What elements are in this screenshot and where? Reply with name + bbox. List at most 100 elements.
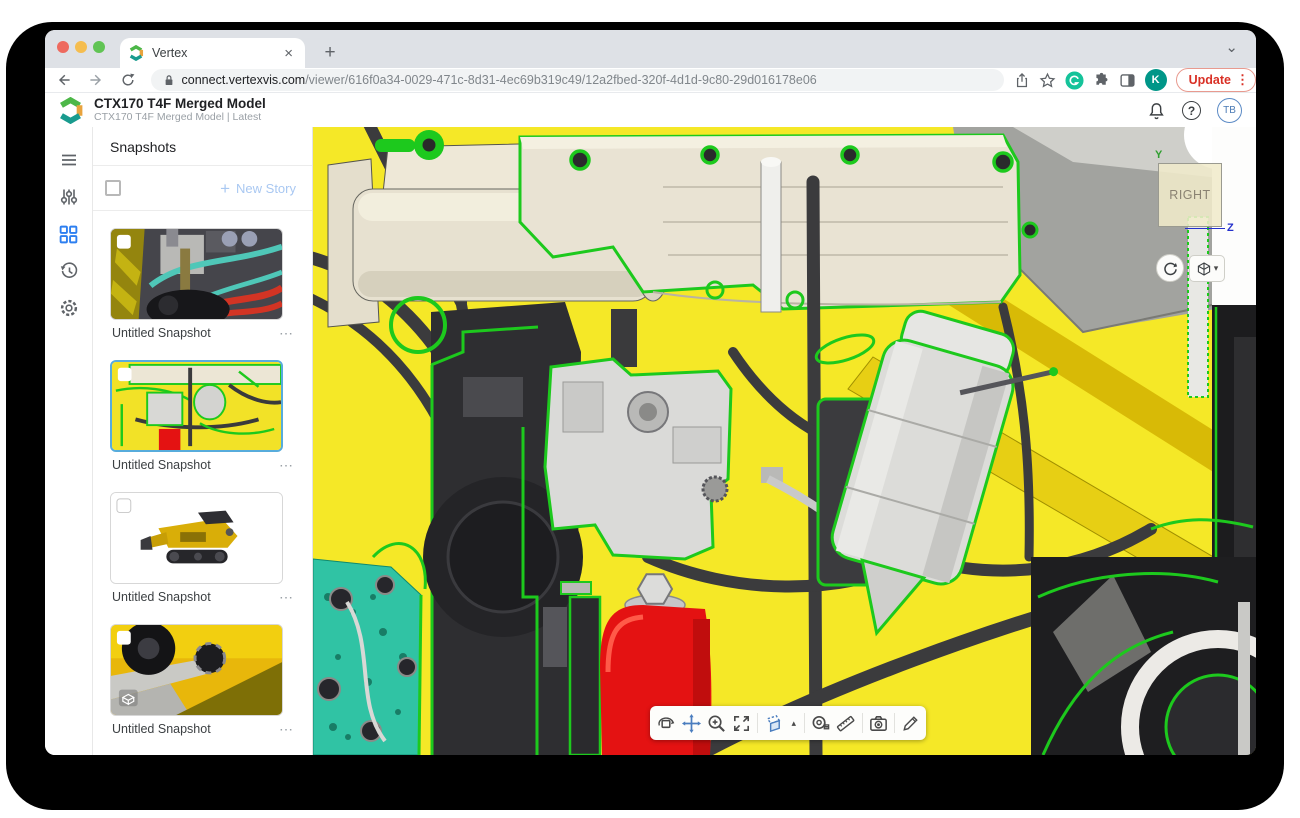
vertex-logo — [57, 97, 84, 124]
zoom-in-icon — [706, 713, 727, 734]
view-cube[interactable]: RIGHT — [1158, 163, 1222, 227]
pan-icon — [681, 713, 702, 734]
url-field[interactable]: connect.vertexvis.com/viewer/616f0a34-00… — [151, 69, 1004, 91]
new-story-row: + New Story — [93, 166, 312, 210]
section-plane-icon — [763, 713, 784, 734]
views-caret-icon: ▾ — [1214, 263, 1219, 274]
new-story-button[interactable]: + New Story — [220, 181, 296, 196]
tape-measure-icon — [810, 713, 831, 734]
snapshot-label: Untitled Snapshot — [112, 722, 211, 736]
url-domain: connect.vertexvis.com — [182, 73, 306, 87]
browser-window: Vertex × + ⌄ connect.vertexvis.com/viewe… — [45, 30, 1256, 755]
section-options-caret[interactable]: ▴ — [787, 710, 800, 736]
orbit-tool-button[interactable] — [654, 710, 677, 736]
bookmark-star-icon[interactable] — [1039, 72, 1056, 89]
fullscreen-window-button[interactable] — [93, 41, 105, 53]
app-header: CTX170 T4F Merged Model CTX170 T4F Merge… — [45, 92, 1256, 127]
snapshot-3-preview — [111, 493, 282, 583]
section-tool-button[interactable] — [762, 710, 785, 736]
side-panel-icon[interactable] — [1119, 72, 1136, 89]
zoom-tool-button[interactable] — [705, 710, 728, 736]
snapshot-card[interactable]: Untitled Snapshot ⋯ — [110, 492, 296, 610]
snapshot-label: Untitled Snapshot — [112, 326, 211, 340]
orbit-icon — [655, 713, 676, 734]
snapshot-card[interactable]: Untitled Snapshot ⋯ — [110, 360, 296, 478]
cube-icon — [1196, 261, 1212, 277]
filters-icon — [59, 187, 79, 207]
browser-actions: K Update ⋮ — [1014, 68, 1256, 92]
reset-camera-button[interactable] — [1156, 254, 1184, 282]
sidebar-item-history[interactable] — [58, 260, 80, 282]
snapshot-menu-icon[interactable]: ⋯ — [279, 589, 294, 606]
snapshot-label: Untitled Snapshot — [112, 590, 211, 604]
fit-all-button[interactable] — [730, 710, 753, 736]
settings-gear-icon — [59, 298, 79, 318]
toolbar-divider — [757, 713, 758, 733]
new-tab-button[interactable]: + — [317, 40, 343, 66]
back-button[interactable] — [51, 69, 77, 91]
grammarly-extension-icon[interactable] — [1065, 71, 1084, 90]
snapshot-4-preview — [111, 625, 282, 715]
sidebar-item-snapshots[interactable] — [58, 223, 80, 245]
standard-views-button[interactable]: ▾ — [1189, 255, 1225, 282]
tab-close-icon[interactable]: × — [280, 45, 297, 62]
browser-profile-avatar[interactable]: K — [1145, 69, 1167, 91]
viewer-toolbar: ▴ — [650, 706, 926, 740]
snapshot-thumbnail[interactable] — [110, 624, 283, 716]
close-window-button[interactable] — [57, 41, 69, 53]
history-icon — [59, 261, 79, 281]
model-subtitle: CTX170 T4F Merged Model | Latest — [94, 111, 266, 124]
new-story-label: New Story — [236, 181, 296, 196]
viewer-canvas[interactable]: Y RIGHT Z ▾ — [313, 127, 1256, 755]
snapshot-thumbnail[interactable] — [110, 492, 283, 584]
engine-3d-scene[interactable] — [313, 127, 1256, 755]
url-path: /viewer/616f0a34-0029-471c-8d31-4ec69b31… — [305, 73, 817, 87]
sidebar-item-settings[interactable] — [58, 297, 80, 319]
share-icon[interactable] — [1014, 72, 1030, 89]
reload-button[interactable] — [115, 69, 141, 91]
notifications-bell-icon[interactable] — [1147, 101, 1166, 121]
tape-measure-button[interactable] — [809, 710, 832, 736]
fit-to-view-icon — [731, 713, 752, 734]
lock-icon — [163, 74, 175, 87]
browser-tab[interactable]: Vertex × — [120, 38, 305, 68]
scene-tree-icon — [59, 150, 79, 170]
sidebar-item-filters[interactable] — [58, 186, 80, 208]
ruler-icon — [835, 713, 856, 734]
snapshot-camera-button[interactable] — [866, 710, 889, 736]
toolbar-divider — [804, 713, 805, 733]
toolbar-divider — [862, 713, 863, 733]
model-title: CTX170 T4F Merged Model — [94, 96, 266, 111]
snapshot-menu-icon[interactable]: ⋯ — [279, 457, 294, 474]
snapshot-thumbnail[interactable] — [110, 228, 283, 320]
snapshot-menu-icon[interactable]: ⋯ — [279, 325, 294, 342]
tab-title: Vertex — [152, 46, 280, 60]
snapshot-menu-icon[interactable]: ⋯ — [279, 721, 294, 738]
minimize-window-button[interactable] — [75, 41, 87, 53]
markup-pencil-button[interactable] — [899, 710, 922, 736]
axis-z-line — [1185, 228, 1225, 229]
update-label: Update — [1189, 73, 1231, 87]
snapshot-label: Untitled Snapshot — [112, 458, 211, 472]
help-button[interactable]: ? — [1182, 101, 1201, 120]
tab-search-chevron-icon[interactable]: ⌄ — [1225, 38, 1238, 56]
sidebar-item-scene-tree[interactable] — [58, 149, 80, 171]
ruler-tool-button[interactable] — [834, 710, 857, 736]
vertex-favicon — [128, 45, 144, 61]
snapshot-card[interactable]: Untitled Snapshot ⋯ — [110, 624, 296, 742]
browser-menu-kebab-icon[interactable]: ⋮ — [1236, 72, 1249, 88]
toolbar-divider — [894, 713, 895, 733]
forward-button[interactable] — [83, 69, 109, 91]
caret-up-icon: ▴ — [792, 718, 797, 729]
pan-tool-button[interactable] — [679, 710, 702, 736]
snapshot-card[interactable]: Untitled Snapshot ⋯ — [110, 228, 296, 346]
user-avatar[interactable]: TB — [1217, 98, 1242, 123]
main-content: Snapshots + New Story — [45, 127, 1256, 755]
select-all-checkbox[interactable] — [105, 180, 121, 196]
chrome-update-button[interactable]: Update ⋮ — [1176, 68, 1256, 92]
snapshots-grid-icon — [58, 224, 79, 245]
snapshot-thumbnail-selected[interactable] — [110, 360, 283, 452]
snapshot-1-preview — [111, 229, 282, 319]
panel-title: Snapshots — [93, 127, 312, 165]
extensions-puzzle-icon[interactable] — [1093, 72, 1110, 89]
